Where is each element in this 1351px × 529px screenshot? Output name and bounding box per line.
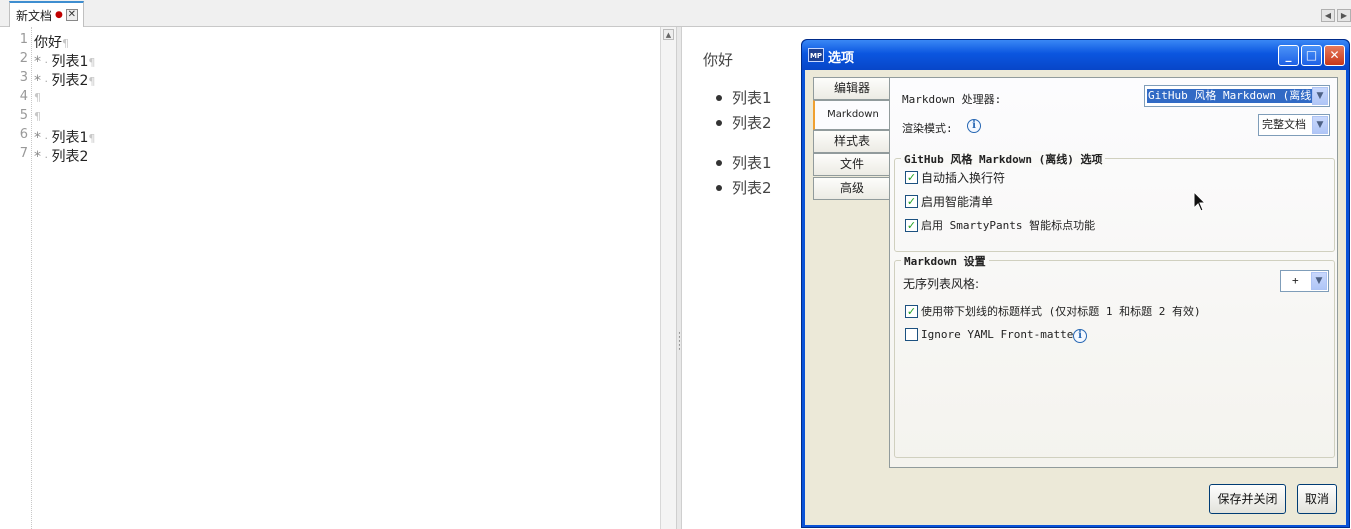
- preview-heading: 你好: [703, 51, 734, 69]
- chevron-down-icon[interactable]: ▼: [1312, 87, 1328, 105]
- line-number: 3: [19, 70, 28, 85]
- splitter-grip-icon[interactable]: · · · · ·: [678, 330, 681, 355]
- line-number: 6: [19, 127, 28, 142]
- auto-linebreak-checkbox[interactable]: ✓ 自动插入换行符: [905, 169, 1005, 186]
- editor-scrollbar[interactable]: ▲: [660, 27, 676, 529]
- line-text: 你好: [34, 35, 62, 51]
- dialog-body: 编辑器 Markdown 样式表 文件 高级 Markdown 处理器: Git…: [805, 70, 1346, 525]
- line-number: 7: [19, 146, 28, 161]
- pilcrow-marker: ¶: [88, 56, 96, 69]
- save-and-close-button[interactable]: 保存并关闭: [1209, 484, 1286, 514]
- tab-advanced[interactable]: 高级: [813, 177, 890, 200]
- scroll-right-icon[interactable]: ▶: [1337, 9, 1351, 22]
- tab-title: 新文档: [16, 8, 53, 23]
- pilcrow-marker: ¶: [34, 110, 41, 123]
- info-icon[interactable]: i: [967, 119, 981, 133]
- tab-markdown[interactable]: Markdown: [813, 100, 891, 130]
- render-mode-value: 完整文档: [1262, 118, 1306, 131]
- list-bullet-marker: *: [34, 130, 41, 146]
- processor-select[interactable]: GitHub 风格 Markdown (离线) ▼: [1144, 85, 1330, 107]
- pilcrow-marker: ¶: [88, 75, 96, 88]
- chevron-down-icon[interactable]: ▼: [1312, 116, 1328, 134]
- line-text: 列表1: [51, 54, 89, 70]
- unchecked-box-icon: [905, 328, 918, 341]
- markdown-editor[interactable]: 1 你好¶ 2 * · 列表1¶ 3 * · 列表2¶ 4 ¶ 5 ¶ 6 * …: [0, 27, 660, 529]
- scroll-left-icon[interactable]: ◀: [1321, 9, 1335, 22]
- chevron-down-icon[interactable]: ▼: [1311, 272, 1327, 290]
- tab-bar: 新文档 ● ✕ ◀ ▶: [0, 0, 1351, 27]
- checkmark-icon: ✓: [905, 304, 918, 318]
- tab-stylesheet[interactable]: 样式表: [813, 130, 890, 153]
- processor-value: GitHub 风格 Markdown (离线): [1146, 88, 1320, 104]
- editor-line: 6 * · 列表1¶: [0, 127, 660, 146]
- preview-list-item: 列表2: [716, 112, 772, 137]
- editor-line: 3 * · 列表2¶: [0, 70, 660, 89]
- ignore-yaml-checkbox[interactable]: Ignore YAML Front-matter: [905, 328, 1080, 341]
- editor-line: 7 * · 列表2: [0, 146, 660, 165]
- line-number: 5: [19, 108, 28, 123]
- tab-editor[interactable]: 编辑器: [813, 77, 890, 100]
- line-number: 1: [19, 32, 28, 47]
- info-icon[interactable]: i: [1073, 329, 1087, 343]
- underline-heading-checkbox[interactable]: ✓ 使用带下划线的标题样式 (仅对标题 1 和标题 2 有效): [905, 303, 1201, 319]
- maximize-button[interactable]: □: [1301, 45, 1322, 66]
- scroll-up-icon[interactable]: ▲: [663, 29, 674, 40]
- cancel-button[interactable]: 取消: [1297, 484, 1337, 514]
- group-title: GitHub 风格 Markdown (离线) 选项: [901, 151, 1106, 167]
- modified-indicator-icon: ●: [55, 10, 63, 20]
- pilcrow-marker: ¶: [34, 91, 41, 104]
- line-text: 列表1: [51, 130, 89, 146]
- render-mode-select[interactable]: 完整文档 ▼: [1258, 114, 1330, 136]
- editor-line: 4 ¶: [0, 89, 660, 108]
- minimize-button[interactable]: _: [1278, 45, 1299, 66]
- preview-list-item: 列表1: [716, 152, 772, 177]
- document-tab[interactable]: 新文档 ● ✕: [9, 1, 84, 27]
- close-tab-icon[interactable]: ✕: [65, 9, 78, 21]
- tab-scroll-arrows: ◀ ▶: [1321, 9, 1351, 22]
- checkmark-icon: ✓: [905, 195, 918, 208]
- list-style-label: 无序列表风格:: [903, 277, 980, 291]
- options-dialog: MP 选项 _ □ ✕ 编辑器 Markdown 样式表 文件 高级 Markd…: [801, 39, 1350, 528]
- checkmark-icon: ✓: [905, 171, 918, 184]
- markdown-settings-group: Markdown 设置 无序列表风格: + ▼ ✓ 使用带下划线的标题样式 (仅对…: [894, 253, 1335, 458]
- list-bullet-marker: *: [34, 149, 41, 165]
- checkmark-icon: ✓: [905, 218, 918, 232]
- dialog-titlebar[interactable]: MP 选项 _ □ ✕: [802, 40, 1349, 70]
- group-title: Markdown 设置: [901, 253, 989, 269]
- pilcrow-marker: ¶: [88, 132, 96, 145]
- preview-list: 列表1 列表2: [716, 87, 772, 137]
- render-mode-label: 渲染模式:: [902, 122, 953, 135]
- editor-line: 2 * · 列表1¶: [0, 51, 660, 70]
- editor-line: 5 ¶: [0, 108, 660, 127]
- list-bullet-marker: *: [34, 73, 41, 89]
- list-style-select[interactable]: + ▼: [1280, 270, 1329, 292]
- gfm-options-group: GitHub 风格 Markdown (离线) 选项 ✓ 自动插入换行符 ✓ 启用智…: [894, 151, 1335, 252]
- editor-line: 1 你好¶: [0, 32, 660, 51]
- mouse-cursor-icon: [1193, 191, 1207, 212]
- list-bullet-marker: *: [34, 54, 41, 70]
- close-button[interactable]: ✕: [1324, 45, 1345, 66]
- smartypants-checkbox[interactable]: ✓ 启用 SmartyPants 智能标点功能: [905, 217, 1095, 233]
- markdown-settings-panel: Markdown 处理器: GitHub 风格 Markdown (离线) ▼ …: [889, 77, 1338, 468]
- line-number: 4: [19, 89, 28, 104]
- smart-list-checkbox[interactable]: ✓ 启用智能清单: [905, 193, 993, 210]
- preview-list: 列表1 列表2: [716, 152, 772, 202]
- tab-files[interactable]: 文件: [813, 153, 890, 176]
- list-style-value: +: [1292, 274, 1299, 287]
- processor-label: Markdown 处理器:: [902, 93, 1002, 106]
- app-logo-icon: MP: [808, 48, 824, 62]
- line-text: 列表2: [51, 73, 89, 89]
- preview-list-item: 列表2: [716, 177, 772, 202]
- dialog-title: 选项: [828, 51, 855, 66]
- line-text: 列表2: [51, 149, 89, 165]
- pilcrow-marker: ¶: [62, 37, 69, 50]
- line-number: 2: [19, 51, 28, 66]
- preview-list-item: 列表1: [716, 87, 772, 112]
